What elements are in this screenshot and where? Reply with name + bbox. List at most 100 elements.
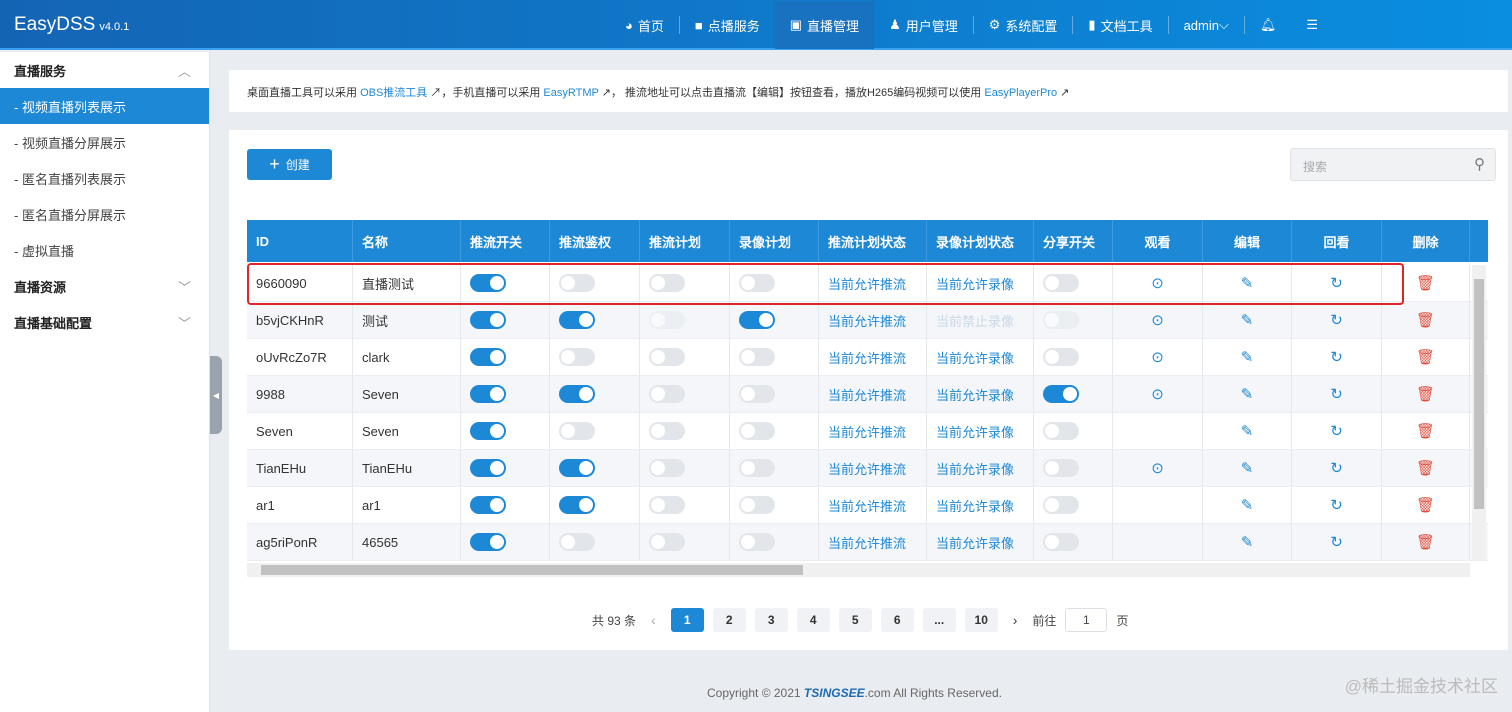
rec-toggle[interactable] xyxy=(739,385,775,403)
nav-3[interactable]: ♟ 用户管理 xyxy=(874,1,973,49)
plan-toggle[interactable] xyxy=(649,496,685,514)
bell-icon[interactable]: 🔔︎ xyxy=(1245,1,1292,49)
plan-toggle[interactable] xyxy=(649,311,685,329)
easyrtmp-link[interactable]: EasyRTMP xyxy=(543,87,598,99)
auth-toggle[interactable] xyxy=(559,274,595,292)
push-plan-status-link[interactable]: 当前允许推流 xyxy=(828,311,906,330)
edit-icon[interactable]: ✎ xyxy=(1241,422,1254,440)
rec-toggle[interactable] xyxy=(739,533,775,551)
sidebar-collapse-handle[interactable]: ◀ xyxy=(210,356,222,434)
plan-toggle[interactable] xyxy=(649,274,685,292)
share-toggle[interactable] xyxy=(1043,274,1079,292)
replay-icon[interactable]: ↻ xyxy=(1330,533,1343,551)
replay-icon[interactable]: ↻ xyxy=(1330,311,1343,329)
play-icon[interactable]: ⊙ xyxy=(1151,459,1164,477)
rec-toggle[interactable] xyxy=(739,496,775,514)
goto-page-input[interactable]: 1 xyxy=(1065,608,1108,632)
plan-toggle[interactable] xyxy=(649,422,685,440)
trash-icon[interactable]: 🗑︎ xyxy=(1416,459,1435,477)
replay-icon[interactable]: ↻ xyxy=(1330,459,1343,477)
push-toggle[interactable] xyxy=(470,422,506,440)
push-toggle[interactable] xyxy=(470,496,506,514)
push-plan-status-link[interactable]: 当前允许推流 xyxy=(828,496,906,515)
plan-toggle[interactable] xyxy=(649,385,685,403)
replay-icon[interactable]: ↻ xyxy=(1330,385,1343,403)
record-plan-status-link[interactable]: 当前允许录像 xyxy=(936,459,1014,478)
push-plan-status-link[interactable]: 当前允许推流 xyxy=(828,385,906,404)
rec-toggle[interactable] xyxy=(739,459,775,477)
plan-toggle[interactable] xyxy=(649,459,685,477)
create-button[interactable]: + 创建 xyxy=(247,149,332,180)
page-button[interactable]: 3 xyxy=(754,608,788,632)
record-plan-status-link[interactable]: 当前允许录像 xyxy=(936,385,1014,404)
nav-0[interactable]: ◕ 首页 xyxy=(610,1,679,49)
record-plan-status-link[interactable]: 当前禁止录像 xyxy=(936,311,1014,330)
trash-icon[interactable]: 🗑︎ xyxy=(1416,348,1435,366)
replay-icon[interactable]: ↻ xyxy=(1330,496,1343,514)
play-icon[interactable]: ⊙ xyxy=(1151,348,1164,366)
page-button[interactable]: 1 xyxy=(670,608,704,632)
share-toggle[interactable] xyxy=(1043,533,1079,551)
edit-icon[interactable]: ✎ xyxy=(1241,385,1254,403)
user-menu[interactable]: admin ⌵ xyxy=(1169,1,1244,49)
edit-icon[interactable]: ✎ xyxy=(1241,496,1254,514)
auth-toggle[interactable] xyxy=(559,533,595,551)
prev-page-button[interactable]: ‹ xyxy=(645,612,662,628)
page-button[interactable]: ... xyxy=(922,608,956,632)
sidebar-item[interactable]: - 匿名直播列表展示 xyxy=(0,160,209,196)
auth-toggle[interactable] xyxy=(559,422,595,440)
auth-toggle[interactable] xyxy=(559,385,595,403)
push-toggle[interactable] xyxy=(470,274,506,292)
nav-5[interactable]: ▮ 文档工具 xyxy=(1073,1,1167,49)
push-toggle[interactable] xyxy=(470,348,506,366)
push-toggle[interactable] xyxy=(470,385,506,403)
sidebar-item[interactable]: - 虚拟直播 xyxy=(0,232,209,268)
trash-icon[interactable]: 🗑︎ xyxy=(1416,533,1435,551)
play-icon[interactable]: ⊙ xyxy=(1151,385,1164,403)
page-button[interactable]: 10 xyxy=(964,608,998,632)
record-plan-status-link[interactable]: 当前允许录像 xyxy=(936,348,1014,367)
rec-toggle[interactable] xyxy=(739,311,775,329)
page-button[interactable]: 6 xyxy=(880,608,914,632)
page-button[interactable]: 2 xyxy=(712,608,746,632)
push-toggle[interactable] xyxy=(470,311,506,329)
trash-icon[interactable]: 🗑︎ xyxy=(1416,496,1435,514)
edit-icon[interactable]: ✎ xyxy=(1241,348,1254,366)
auth-toggle[interactable] xyxy=(559,459,595,477)
push-plan-status-link[interactable]: 当前允许推流 xyxy=(828,459,906,478)
replay-icon[interactable]: ↻ xyxy=(1330,274,1343,292)
auth-toggle[interactable] xyxy=(559,311,595,329)
scroll-thumb[interactable] xyxy=(261,565,803,575)
sidebar-item[interactable]: - 视频直播分屏展示 xyxy=(0,124,209,160)
share-toggle[interactable] xyxy=(1043,385,1079,403)
push-plan-status-link[interactable]: 当前允许推流 xyxy=(828,348,906,367)
record-plan-status-link[interactable]: 当前允许录像 xyxy=(936,533,1014,552)
sidebar-item[interactable]: - 视频直播列表展示 xyxy=(0,88,209,124)
sidebar-item[interactable]: - 匿名直播分屏展示 xyxy=(0,196,209,232)
record-plan-status-link[interactable]: 当前允许录像 xyxy=(936,274,1014,293)
nav-1[interactable]: ■ 点播服务 xyxy=(680,1,775,49)
replay-icon[interactable]: ↻ xyxy=(1330,422,1343,440)
push-toggle[interactable] xyxy=(470,459,506,477)
share-toggle[interactable] xyxy=(1043,422,1079,440)
edit-icon[interactable]: ✎ xyxy=(1241,533,1254,551)
trash-icon[interactable]: 🗑︎ xyxy=(1416,311,1435,329)
rec-toggle[interactable] xyxy=(739,422,775,440)
auth-toggle[interactable] xyxy=(559,348,595,366)
trash-icon[interactable]: 🗑︎ xyxy=(1416,422,1435,440)
plan-toggle[interactable] xyxy=(649,533,685,551)
sidebar-group[interactable]: 直播基础配置 ﹀ xyxy=(0,304,209,340)
sidebar-group[interactable]: 直播服务 ︿ xyxy=(0,52,209,88)
push-plan-status-link[interactable]: 当前允许推流 xyxy=(828,533,906,552)
sidebar-group[interactable]: 直播资源 ﹀ xyxy=(0,268,209,304)
page-button[interactable]: 4 xyxy=(796,608,830,632)
scroll-thumb[interactable] xyxy=(1474,279,1484,509)
edit-icon[interactable]: ✎ xyxy=(1241,311,1254,329)
auth-toggle[interactable] xyxy=(559,496,595,514)
push-plan-status-link[interactable]: 当前允许推流 xyxy=(828,274,906,293)
share-toggle[interactable] xyxy=(1043,348,1079,366)
nav-2[interactable]: ▣ 直播管理 xyxy=(774,1,875,49)
play-icon[interactable]: ⊙ xyxy=(1151,274,1164,292)
horizontal-scrollbar[interactable] xyxy=(247,563,1470,577)
easyplayerpro-link[interactable]: EasyPlayerPro xyxy=(984,87,1057,99)
